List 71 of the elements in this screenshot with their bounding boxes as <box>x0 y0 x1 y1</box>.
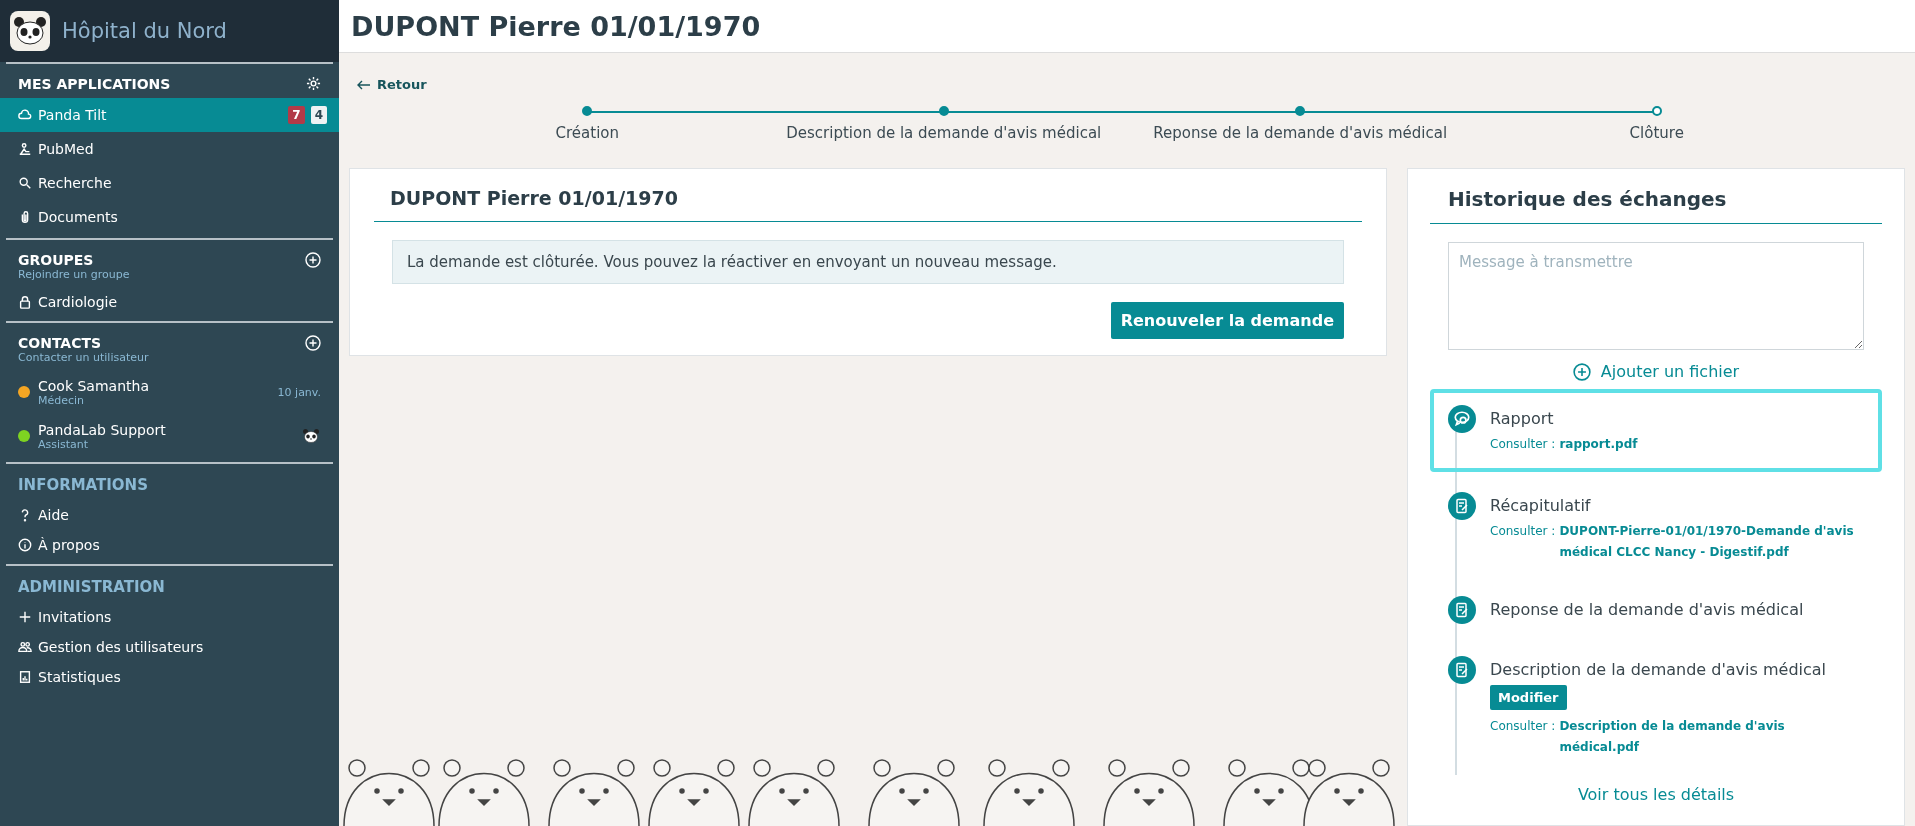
sidebar-item[interactable]: Gestion des utilisateurs <box>0 632 339 662</box>
renew-button[interactable]: Renouveler la demande <box>1110 302 1344 339</box>
step-label: Création <box>555 124 619 142</box>
modify-button[interactable]: Modifier <box>1490 684 1567 710</box>
history-title: Historique des échanges <box>1430 183 1882 224</box>
consult-label: Consulter : <box>1490 717 1556 735</box>
sidebar-item[interactable]: Recherche <box>0 166 339 200</box>
section-subtitle[interactable]: Rejoindre un groupe <box>18 268 130 281</box>
page-title: DUPONT Pierre 01/01/1970 <box>351 10 761 42</box>
plus-icon <box>18 610 32 624</box>
step-label: Reponse de la demande d'avis médical <box>1153 124 1448 142</box>
sidebar-item[interactable]: Statistiques <box>0 662 339 692</box>
back-link[interactable]: Retour <box>349 77 1905 92</box>
info-icon <box>18 538 32 552</box>
entry-title: Récapitulatif <box>1490 495 1592 515</box>
history-entry[interactable]: Reponse de la demande d'avis médical <box>1430 579 1882 640</box>
sidebar-item[interactable]: PubMed <box>0 132 339 166</box>
document-edit-icon <box>1454 497 1470 514</box>
count-badge: 7 <box>288 106 305 124</box>
section-subtitle[interactable]: Contacter un utilisateur <box>18 351 149 364</box>
sidebar-item[interactable]: Invitations <box>0 602 339 632</box>
chart-file-icon <box>18 670 32 684</box>
settings-icon[interactable] <box>306 76 321 91</box>
contact-role: Médecin <box>38 393 86 407</box>
contact-date: 10 janv. <box>277 385 321 399</box>
section-title: ADMINISTRATION <box>18 578 165 596</box>
section-title: GROUPES <box>18 252 95 268</box>
entry-title: Reponse de la demande d'avis médical <box>1490 599 1804 619</box>
sidebar-item[interactable]: Panda Tilt 7 4 <box>0 98 339 132</box>
consult-label: Consulter : <box>1490 436 1556 453</box>
logo-icon <box>10 11 50 51</box>
contact-role: Assistant <box>38 437 90 451</box>
add-file-link[interactable]: Ajouter un fichier <box>1572 362 1740 381</box>
contact-name: Cook Samantha <box>38 377 149 394</box>
count-badge: 4 <box>310 106 327 124</box>
card-title: DUPONT Pierre 01/01/1970 <box>374 183 1362 222</box>
sidebar-item[interactable]: Documents <box>0 200 339 234</box>
search-icon <box>18 176 32 190</box>
sidebar-item[interactable]: Cardiologie <box>0 287 339 317</box>
file-link[interactable]: rapport.pdf <box>1559 434 1638 456</box>
history-entry[interactable]: Récapitulatif Consulter : DUPONT-Pierre-01/01/1970-Demande d'avis médical CLCC Nancy - Digestif.pdf <box>1430 475 1882 580</box>
message-field[interactable]: Message à transmettre <box>1448 242 1864 350</box>
file-link[interactable]: Description de la demande d'avis médical.pdf <box>1559 715 1864 759</box>
details-link[interactable]: Voir tous les détails <box>1577 784 1735 804</box>
sidebar-item[interactable]: À propos <box>0 530 339 560</box>
step-label: Clôture <box>1629 124 1684 142</box>
consult-label: Consulter : <box>1490 522 1556 540</box>
hospital-name: Hôpital du Nord <box>62 19 227 43</box>
arrow-left-icon <box>357 79 371 90</box>
users-icon <box>18 640 32 654</box>
document-edit-icon <box>1454 661 1470 678</box>
section-title: CONTACTS <box>18 335 103 351</box>
history-entry[interactable]: Rapport Consulter : rapport.pdf <box>1430 389 1882 472</box>
entry-title: Rapport <box>1490 409 1555 428</box>
contact-item[interactable]: PandaLab Support Assistant <box>6 414 333 458</box>
person-reading-icon <box>18 142 32 156</box>
contact-item[interactable]: Cook Samantha Médecin 10 janv. <box>6 370 333 414</box>
section-title: INFORMATIONS <box>18 476 148 494</box>
sidebar-item[interactable]: Aide <box>0 500 339 530</box>
entry-title: Description de la demande d'avis médical <box>1490 659 1828 679</box>
closed-alert: La demande est clôturée. Vous pouvez la réactiver en envoyant un nouveau message. <box>392 240 1344 284</box>
history-entry[interactable]: Description de la demande d'avis médical Modifier Consulter : Description de la demande d'avis médical.pdf <box>1430 639 1882 775</box>
document-edit-icon <box>1454 601 1470 618</box>
chat-bubbles-icon <box>1453 410 1471 428</box>
file-link[interactable]: DUPONT-Pierre-01/01/1970-Demande d'avis médical CLCC Nancy - Digestif.pdf <box>1559 520 1864 564</box>
section-title: MES APPLICATIONS <box>18 76 171 92</box>
step-label: Description de la demande d'avis médical <box>786 124 1102 142</box>
contact-name: PandaLab Support <box>38 421 166 438</box>
lock-icon <box>18 295 32 309</box>
panda-icon <box>301 426 321 446</box>
cloud-icon <box>18 108 32 122</box>
